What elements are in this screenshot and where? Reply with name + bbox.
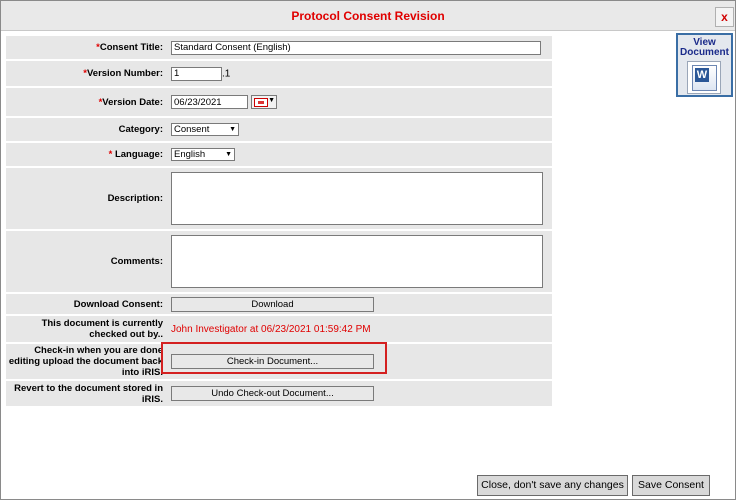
chevron-down-icon: ▼ [225,151,232,158]
consent-title-label: *Consent Title: [6,36,167,59]
consent-title-input[interactable] [171,40,541,55]
row-comments: Comments: [6,231,552,292]
row-download: Download Consent: Download [6,294,552,314]
row-language: * Language: English ▼ [6,143,552,166]
description-label: Description: [6,168,167,229]
checkin-document-button[interactable]: Check-in Document... [171,354,374,369]
view-document-button[interactable]: View Document W [676,33,733,97]
consent-revision-dialog: Protocol Consent Revision x *Consent Tit… [0,0,736,500]
version-date-input[interactable] [171,95,248,109]
checked-out-label: This document is currently checked out b… [6,316,167,342]
row-checked-out: This document is currently checked out b… [6,316,552,342]
row-checkin: Check-in when you are done editing uploa… [6,344,552,379]
row-category: Category: Consent ▼ [6,118,552,141]
view-document-label: View Document [680,37,729,58]
row-version-number: *Version Number: .1 [6,61,552,86]
description-textarea[interactable] [171,172,543,225]
row-consent-title: *Consent Title: [6,36,552,59]
category-select[interactable]: Consent ▼ [171,123,239,136]
close-button[interactable]: x [715,7,734,27]
version-number-label: *Version Number: [6,61,167,86]
consent-form: *Consent Title: *Version Number: .1 *Ver… [6,34,552,408]
version-date-label: *Version Date: [6,88,167,116]
language-label: * Language: [6,143,167,166]
download-label: Download Consent: [6,294,167,314]
revert-label: Revert to the document stored in iRIS. [6,381,167,406]
dialog-titlebar: Protocol Consent Revision x [1,1,735,31]
language-select[interactable]: English ▼ [171,148,235,161]
dialog-title: Protocol Consent Revision [291,9,445,23]
chevron-down-icon: ▼ [229,126,236,133]
version-number-input[interactable] [171,66,222,81]
save-consent-button[interactable]: Save Consent [632,475,710,496]
checked-out-by-text: John Investigator at 06/23/2021 01:59:42… [171,323,371,335]
row-version-date: *Version Date: ▼ [6,88,552,116]
comments-label: Comments: [6,231,167,292]
comments-textarea[interactable] [171,235,543,288]
row-description: Description: [6,168,552,229]
row-revert: Revert to the document stored in iRIS. U… [6,381,552,406]
version-number-suffix: .1 [222,68,231,80]
calendar-picker-button[interactable]: ▼ [251,95,277,109]
word-document-icon: W [687,61,721,94]
download-button[interactable]: Download [171,296,374,312]
category-label: Category: [6,118,167,141]
calendar-icon [254,98,268,107]
undo-checkout-button[interactable]: Undo Check-out Document... [171,386,374,401]
checkin-label: Check-in when you are done editing uploa… [6,344,167,379]
chevron-down-icon: ▼ [268,97,275,104]
close-without-saving-button[interactable]: Close, don't save any changes [477,475,628,496]
